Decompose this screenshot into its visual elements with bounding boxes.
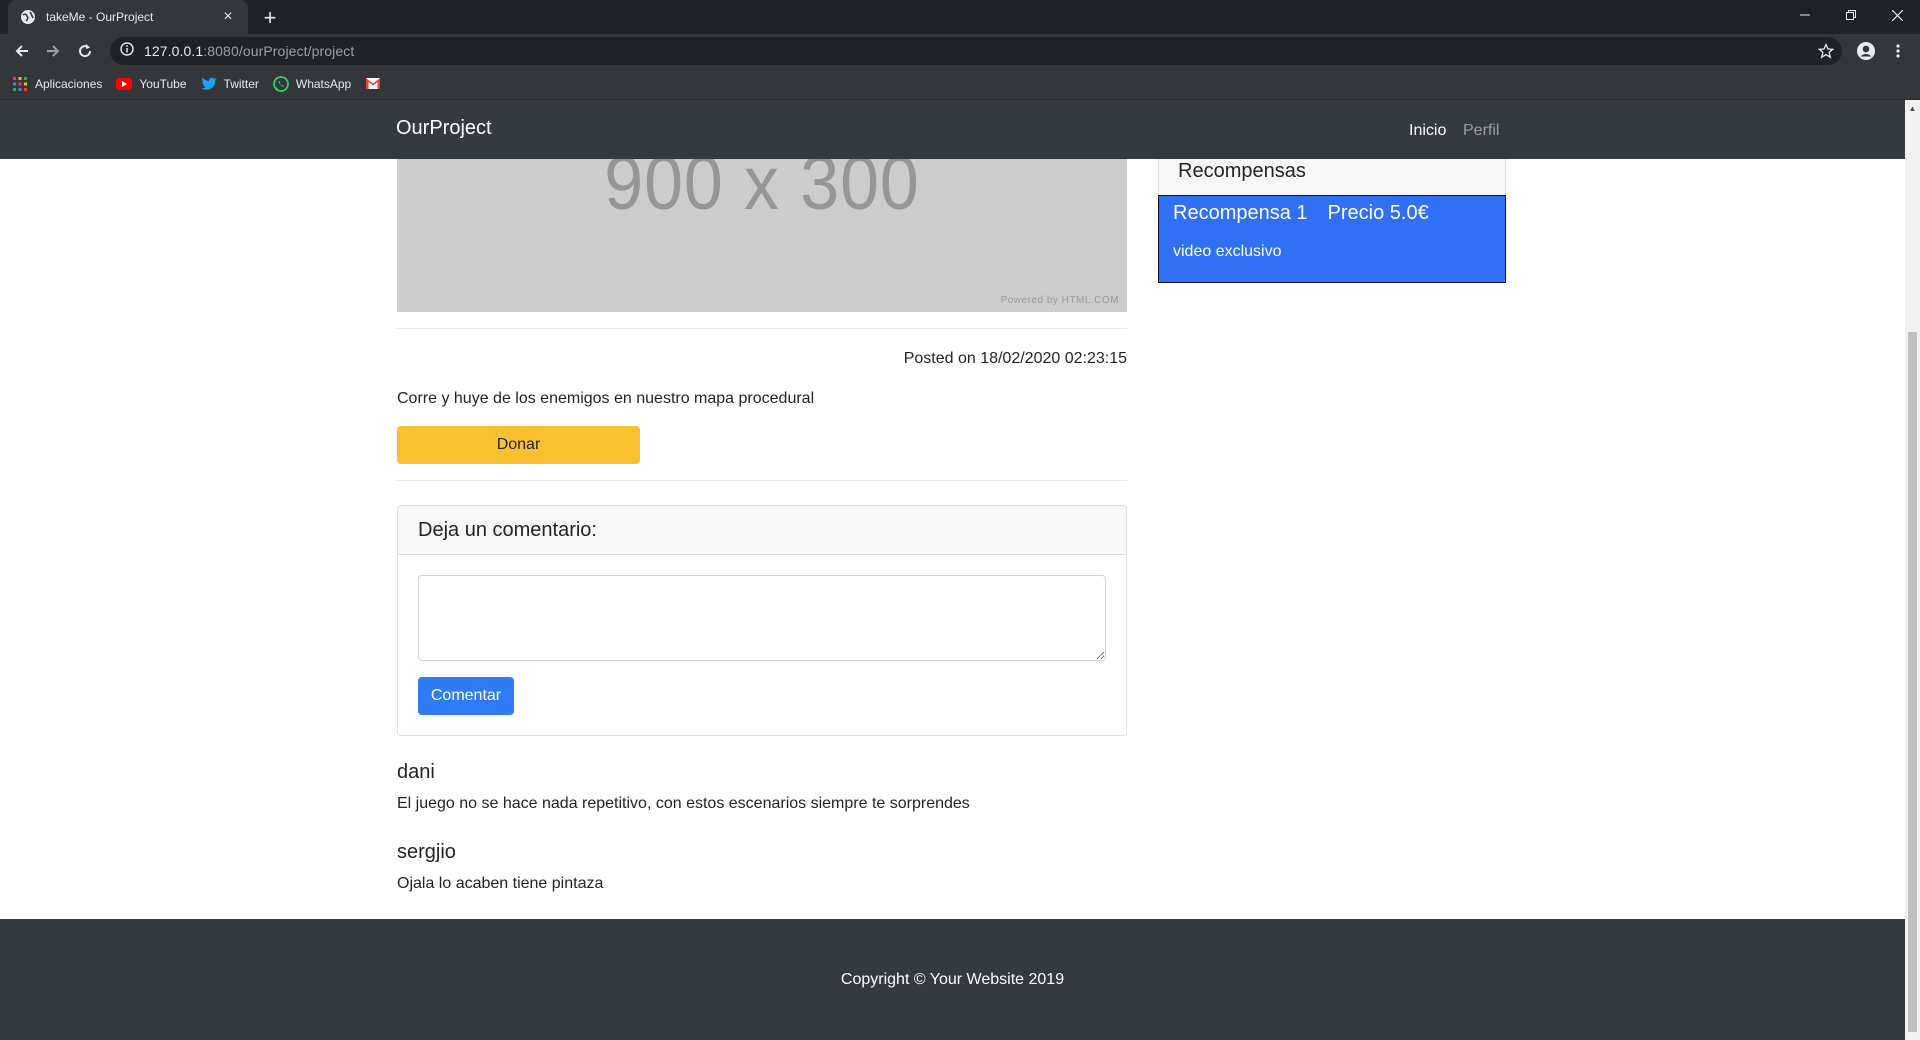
apps-grid-icon: [12, 76, 28, 92]
youtube-icon: [116, 76, 133, 92]
page-footer: Copyright © Your Website 2019: [0, 919, 1905, 1040]
submit-comment-button[interactable]: Comentar: [418, 677, 514, 715]
url-host: 127.0.0.1: [144, 43, 204, 59]
bookmark-gmail[interactable]: [365, 76, 388, 92]
reward-item[interactable]: Recompensa 1 Precio 5.0€ video exclusivo: [1158, 195, 1506, 283]
new-tab-button[interactable]: +: [258, 5, 282, 30]
browser-tab[interactable]: takeMe - OurProject ×: [8, 0, 248, 34]
url-path: :8080/ourProject/project: [203, 43, 355, 59]
footer-copyright: Copyright © Your Website 2019: [840, 971, 1065, 988]
page-viewport: 900 x 300 Powered by HTML.COM OurProject…: [0, 100, 1905, 1040]
comment-text: Ojala lo acaben tiene pintaza: [397, 875, 604, 892]
restore-window-icon[interactable]: [1828, 0, 1874, 30]
comment-text: El juego no se hace nada repetitivo, con…: [397, 795, 970, 812]
whatsapp-icon: [272, 75, 289, 92]
comment-form-card: Deja un comentario: Comentar: [397, 505, 1127, 736]
bookmark-twitter[interactable]: Twitter: [200, 76, 259, 92]
page-scrollbar[interactable]: ▲: [1905, 100, 1920, 1040]
globe-icon: [20, 9, 36, 25]
reward-name: Recompensa 1: [1173, 202, 1308, 224]
address-bar[interactable]: 127.0.0.1:8080/ourProject/project: [110, 37, 1842, 65]
url-text: 127.0.0.1:8080/ourProject/project: [144, 43, 354, 59]
bookmark-whatsapp[interactable]: WhatsApp: [272, 75, 352, 92]
reload-icon[interactable]: [73, 39, 97, 63]
posted-date: Posted on 18/02/2020 02:23:15: [903, 350, 1127, 367]
bookmark-label: WhatsApp: [295, 76, 352, 91]
image-powered-text: Powered by HTML.COM: [1000, 295, 1119, 306]
comment-author: sergjio: [397, 841, 456, 863]
bookmark-label: Aplicaciones: [35, 76, 103, 91]
project-image: 900 x 300 Powered by HTML.COM: [397, 140, 1127, 312]
profile-avatar-icon[interactable]: [1854, 39, 1878, 63]
divider: [397, 328, 1127, 329]
divider: [397, 480, 1127, 481]
info-icon[interactable]: [120, 41, 134, 61]
nav-link-perfil[interactable]: Perfil: [1463, 122, 1499, 140]
rewards-card: Recompensas Recompensa 1 Precio 5.0€ vid…: [1158, 140, 1506, 283]
navbar-brand[interactable]: OurProject: [396, 117, 492, 140]
comment-form-title: Deja un comentario:: [398, 506, 1126, 555]
close-window-icon[interactable]: [1874, 0, 1920, 30]
scrollbar-thumb[interactable]: [1908, 332, 1917, 1032]
tab-title: takeMe - OurProject: [46, 10, 154, 24]
forward-arrow-icon[interactable]: [41, 39, 65, 63]
reward-price: Precio 5.0€: [1327, 202, 1429, 224]
scroll-up-arrow-icon[interactable]: ▲: [1908, 104, 1917, 113]
back-arrow-icon[interactable]: [10, 39, 34, 63]
bookmark-apps[interactable]: Aplicaciones: [12, 76, 102, 92]
bookmark-youtube[interactable]: YouTube: [116, 76, 187, 92]
bookmark-label: Twitter: [223, 76, 259, 91]
project-description: Corre y huye de los enemigos en nuestro …: [397, 390, 815, 407]
twitter-icon: [200, 76, 217, 92]
bookmark-label: YouTube: [139, 76, 187, 91]
close-tab-icon[interactable]: ×: [220, 8, 236, 25]
donate-button[interactable]: Donar: [397, 426, 640, 464]
gmail-icon: [365, 76, 381, 92]
top-navbar: OurProject Inicio Perfil: [0, 100, 1905, 159]
reward-description: video exclusivo: [1173, 243, 1282, 260]
browser-toolbar: 127.0.0.1:8080/ourProject/project: [0, 34, 1920, 68]
bookmarks-bar: Aplicaciones YouTube Twitter WhatsApp: [0, 68, 1920, 100]
nav-link-inicio[interactable]: Inicio: [1409, 122, 1446, 140]
browser-tabstrip: takeMe - OurProject × +: [0, 0, 1920, 34]
bookmark-star-icon[interactable]: [1814, 39, 1838, 63]
comment-author: dani: [397, 761, 435, 783]
comment-textarea[interactable]: [418, 575, 1106, 661]
minimize-window-icon[interactable]: [1782, 0, 1828, 30]
menu-kebab-icon[interactable]: [1886, 39, 1910, 63]
